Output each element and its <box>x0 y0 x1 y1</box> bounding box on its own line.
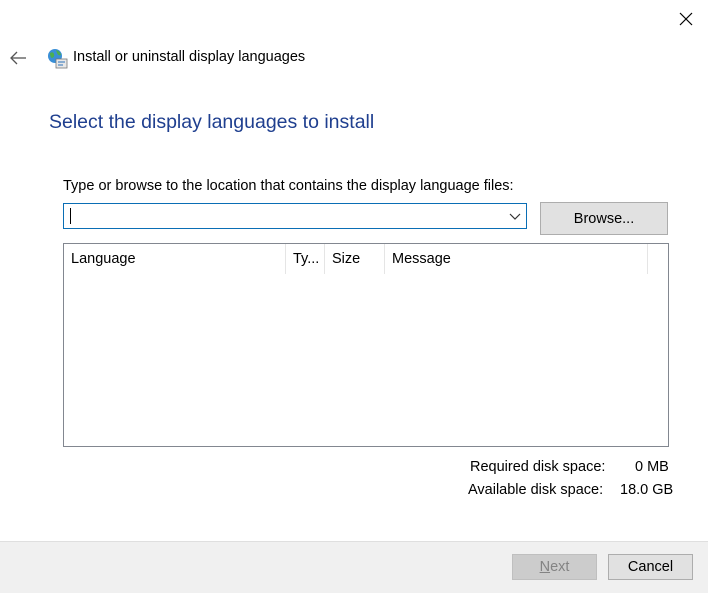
close-button[interactable] <box>672 5 700 33</box>
globe-language-icon <box>46 47 68 69</box>
path-label: Type or browse to the location that cont… <box>63 178 514 194</box>
next-button-label: Next <box>539 559 570 575</box>
path-combobox[interactable] <box>63 203 527 229</box>
browse-button[interactable]: Browse... <box>540 202 668 235</box>
required-disk-space-label: Required disk space: <box>470 459 606 475</box>
footer-bar: Next Cancel <box>0 541 708 593</box>
path-input[interactable] <box>69 206 499 226</box>
page-heading: Select the display languages to install <box>49 111 375 133</box>
back-button[interactable] <box>6 45 32 71</box>
text-caret <box>70 208 71 224</box>
language-list[interactable]: Language Ty... Size Message <box>63 243 669 447</box>
column-header-language[interactable]: Language <box>64 244 286 274</box>
required-disk-space-value: 0 MB <box>635 459 669 475</box>
dropdown-toggle[interactable] <box>508 210 522 224</box>
chevron-down-icon <box>509 213 521 220</box>
back-arrow-icon <box>10 51 26 65</box>
column-header-size[interactable]: Size <box>325 244 385 274</box>
cancel-button[interactable]: Cancel <box>608 554 693 580</box>
column-header-type[interactable]: Ty... <box>286 244 325 274</box>
available-disk-space-value: 18.0 GB <box>620 482 674 498</box>
window-title: Install or uninstall display languages <box>73 49 306 65</box>
close-icon <box>679 12 693 26</box>
available-disk-space-label: Available disk space: <box>468 482 604 498</box>
column-header-message[interactable]: Message <box>385 244 648 274</box>
next-button[interactable]: Next <box>512 554 597 580</box>
